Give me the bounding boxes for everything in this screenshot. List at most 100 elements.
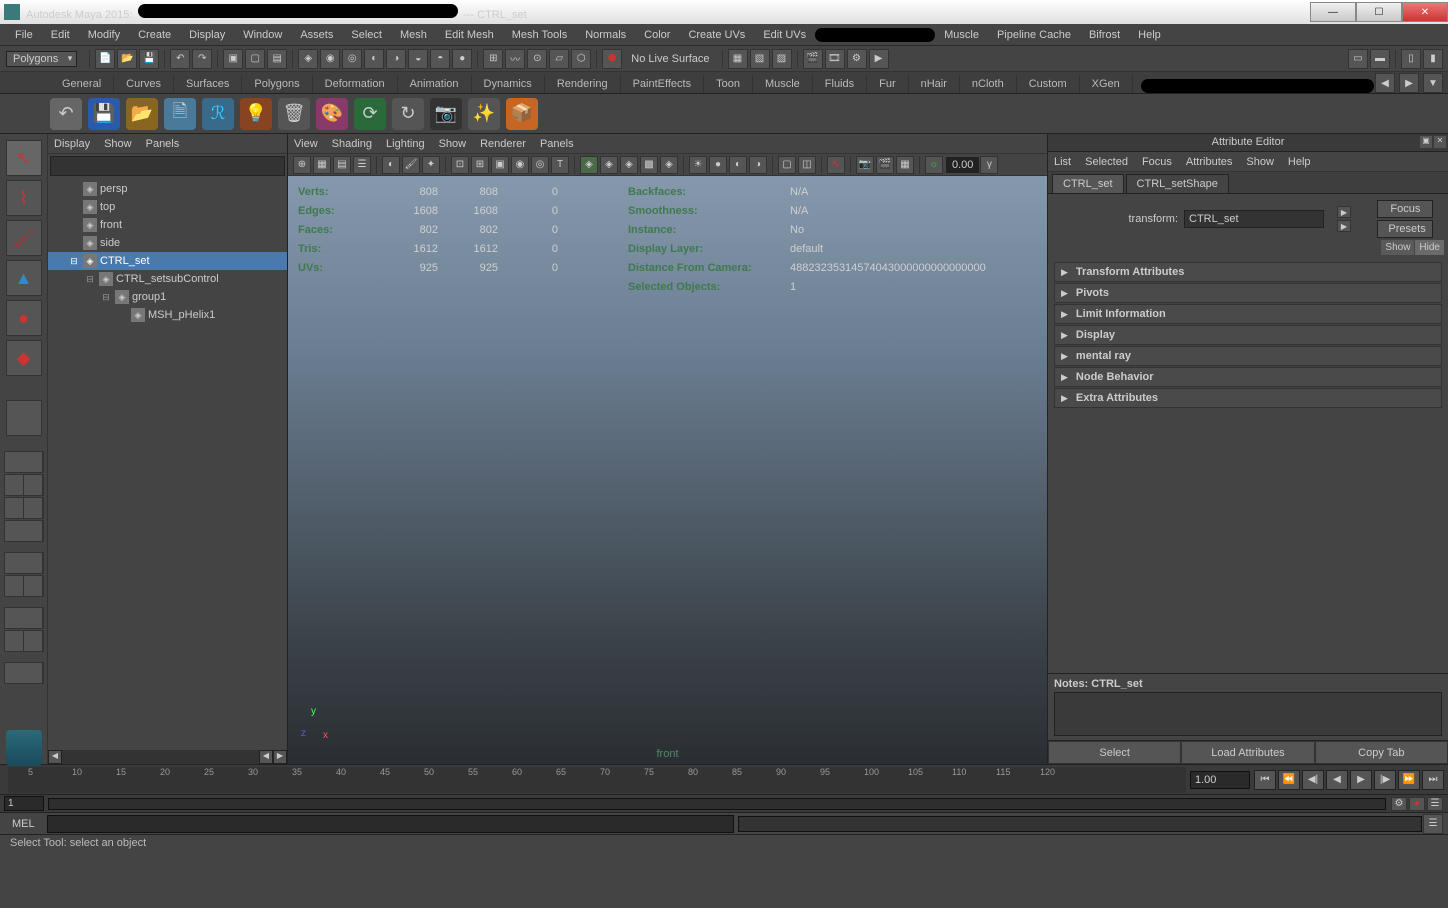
layout-icon[interactable] <box>4 520 44 542</box>
mask-icon[interactable]: ● <box>452 49 472 69</box>
move-tool[interactable]: ▲ <box>6 260 42 296</box>
command-input[interactable] <box>47 815 735 833</box>
select-comp-icon[interactable]: ▤ <box>267 49 287 69</box>
attr-menu-show[interactable]: Show <box>1246 156 1274 168</box>
close-panel-icon[interactable]: ✕ <box>1434 136 1446 148</box>
save-scene-icon[interactable]: 💾 <box>139 49 159 69</box>
shelf-tab-deformation[interactable]: Deformation <box>313 75 398 93</box>
attr-section[interactable]: ▶Transform Attributes <box>1054 262 1442 282</box>
vp-icon[interactable]: ▦ <box>313 156 331 174</box>
help-shelf-icon[interactable]: ℛ <box>202 98 234 130</box>
cube-shelf-icon[interactable]: 📦 <box>506 98 538 130</box>
shelf-tab-curves[interactable]: Curves <box>114 75 174 93</box>
attr-section[interactable]: ▶Limit Information <box>1054 304 1442 324</box>
vp-icon[interactable]: ◎ <box>531 156 549 174</box>
open-shelf-icon[interactable]: 📂 <box>126 98 158 130</box>
new-scene-icon[interactable]: 📄 <box>95 49 115 69</box>
vp-light-icon[interactable]: ◑ <box>749 156 767 174</box>
vp-cam-icon[interactable]: ▦ <box>896 156 914 174</box>
shelf-tab-muscle[interactable]: Muscle <box>753 75 813 93</box>
layout-icon[interactable]: ▬ <box>1370 49 1390 69</box>
time-slider[interactable]: 5101520253035404550556065707580859095100… <box>0 764 1448 794</box>
layout-icon[interactable] <box>4 662 44 684</box>
vp-shade-icon[interactable]: ◈ <box>580 156 598 174</box>
shelf-tab-fur[interactable]: Fur <box>867 75 909 93</box>
outliner-scrollbar[interactable]: ◀◀▶ <box>48 750 287 764</box>
render-icon[interactable]: ⚙ <box>847 49 867 69</box>
shelf-tab-polygons[interactable]: Polygons <box>242 75 312 93</box>
camera-shelf-icon[interactable]: 📷 <box>430 98 462 130</box>
vp-icon[interactable]: ⊕ <box>293 156 311 174</box>
history-icon[interactable]: ▨ <box>772 49 792 69</box>
mask-icon[interactable]: ◎ <box>342 49 362 69</box>
menu-help[interactable]: Help <box>1129 29 1170 41</box>
layout-icon[interactable] <box>4 607 44 629</box>
vp-isolate-icon[interactable]: ▢ <box>778 156 796 174</box>
menu-window[interactable]: Window <box>234 29 291 41</box>
vp-exposure-icon[interactable]: ☼ <box>925 156 943 174</box>
mask-icon[interactable]: ◑ <box>386 49 406 69</box>
rotate-tool[interactable]: ● <box>6 300 42 336</box>
layout-icon[interactable]: ▭ <box>1348 49 1368 69</box>
outliner-item[interactable]: ⊟◈group1 <box>48 288 287 306</box>
transform-name-field[interactable] <box>1184 210 1324 228</box>
close-button[interactable]: ✕ <box>1402 2 1448 22</box>
vp-cursor-icon[interactable]: ↖ <box>827 156 845 174</box>
mode-dropdown[interactable]: Polygons <box>6 51 77 67</box>
undo-icon[interactable]: ↶ <box>170 49 190 69</box>
vp-exposure-value[interactable]: 0.00 <box>946 157 979 173</box>
attr-menu-selected[interactable]: Selected <box>1085 156 1128 168</box>
hide-button[interactable]: Hide <box>1415 240 1444 255</box>
scale-tool[interactable]: ◆ <box>6 340 42 376</box>
vp-menu-panels[interactable]: Panels <box>540 138 574 150</box>
trash-shelf-icon[interactable]: 🗑 <box>278 98 310 130</box>
vp-menu-shading[interactable]: Shading <box>332 138 372 150</box>
fx-shelf-icon[interactable]: ✨ <box>468 98 500 130</box>
vp-icon[interactable]: ▣ <box>491 156 509 174</box>
load-attributes-button[interactable]: Load Attributes <box>1181 741 1314 764</box>
menu-muscle[interactable]: Muscle <box>935 29 988 41</box>
save-shelf-icon[interactable]: 💾 <box>88 98 120 130</box>
render-icon[interactable]: ▶ <box>869 49 889 69</box>
shelf-nav-icon[interactable]: ◀ <box>1375 73 1395 93</box>
snap-live-icon[interactable]: ⬡ <box>571 49 591 69</box>
outliner-item[interactable]: ◈persp <box>48 180 287 198</box>
snap-grid-icon[interactable]: ⊞ <box>483 49 503 69</box>
range-start-field[interactable] <box>4 796 44 811</box>
menu-edit-uvs[interactable]: Edit UVs <box>754 29 815 41</box>
vp-xray-icon[interactable]: ◫ <box>798 156 816 174</box>
play-back-icon[interactable]: ◀ <box>1326 770 1348 790</box>
nav-up-icon[interactable]: ▶ <box>1337 206 1351 218</box>
history-icon[interactable]: ▦ <box>728 49 748 69</box>
auto-key-icon[interactable]: ● <box>1409 797 1425 811</box>
snap-plane-icon[interactable]: ▱ <box>549 49 569 69</box>
outliner-item[interactable]: ⊟◈CTRL_setsubControl <box>48 270 287 288</box>
menu-mesh-tools[interactable]: Mesh Tools <box>503 29 576 41</box>
attr-section[interactable]: ▶Node Behavior <box>1054 367 1442 387</box>
vp-menu-lighting[interactable]: Lighting <box>386 138 425 150</box>
undock-icon[interactable]: ▣ <box>1420 136 1432 148</box>
vp-gamma-icon[interactable]: γ <box>980 156 998 174</box>
vp-shade-icon[interactable]: ◈ <box>620 156 638 174</box>
vp-shade-icon[interactable]: ◈ <box>660 156 678 174</box>
shelf-tab-custom[interactable]: Custom <box>1017 75 1080 93</box>
live-surface-icon[interactable]: ⬢ <box>602 49 622 69</box>
vp-icon[interactable]: ▤ <box>333 156 351 174</box>
lasso-tool[interactable]: ⌇ <box>6 180 42 216</box>
menu-modify[interactable]: Modify <box>79 29 129 41</box>
presets-button[interactable]: Presets <box>1377 220 1433 238</box>
layout-icon[interactable] <box>4 630 44 652</box>
outliner-item[interactable]: ◈front <box>48 216 287 234</box>
range-settings-icon[interactable]: ⚙ <box>1391 797 1407 811</box>
shelf-tab-fluids[interactable]: Fluids <box>813 75 867 93</box>
menu-edit[interactable]: Edit <box>42 29 79 41</box>
menu-assets[interactable]: Assets <box>291 29 342 41</box>
step-fwd-key-icon[interactable]: ⏩ <box>1398 770 1420 790</box>
nav-down-icon[interactable]: ▶ <box>1337 220 1351 232</box>
layout-two-icon[interactable] <box>4 497 44 519</box>
outliner-item[interactable]: ◈top <box>48 198 287 216</box>
vp-icon[interactable]: T <box>551 156 569 174</box>
shelf-tab-toon[interactable]: Toon <box>704 75 753 93</box>
layout-persp-icon[interactable] <box>4 552 44 574</box>
step-back-key-icon[interactable]: ⏪ <box>1278 770 1300 790</box>
